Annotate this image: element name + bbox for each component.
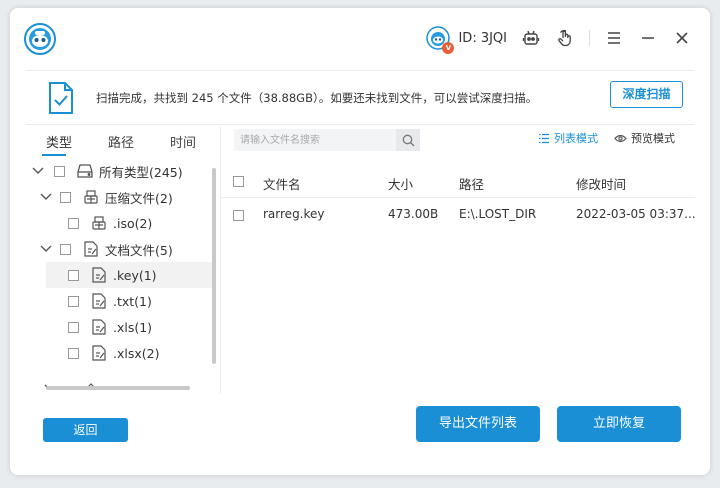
list-icon	[539, 133, 549, 143]
view-mode-switch: 列表模式 预览模式	[538, 130, 675, 146]
file-path-cell: E:\.LOST_DIR	[459, 207, 537, 221]
tree-item-archive-files[interactable]: 压缩文件(2)	[60, 184, 214, 210]
document-icon	[83, 241, 99, 257]
app-window: V ID: 3JQI 扫描完成，共找到 245 个文件（38.88GB）。如要还…	[10, 8, 710, 475]
row-checkbox[interactable]	[233, 210, 244, 221]
tree-item-label: .key(1)	[113, 267, 157, 283]
checkbox[interactable]	[68, 321, 79, 333]
tree-item-label: .iso(2)	[113, 215, 153, 231]
menu-icon[interactable]	[604, 28, 624, 48]
recover-now-button[interactable]: 立即恢复	[557, 406, 681, 442]
chevron-down-icon[interactable]	[40, 191, 52, 203]
column-header-path[interactable]: 路径	[459, 174, 484, 193]
search-button[interactable]	[396, 129, 420, 151]
tree-item-xlsx[interactable]: .xlsx(2)	[68, 340, 214, 366]
checkbox[interactable]	[68, 295, 79, 307]
scan-result-message: 扫描完成，共找到 245 个文件（38.88GB）。如要还未找到文件，可以尝试深…	[96, 91, 538, 105]
checkbox[interactable]	[54, 165, 65, 177]
document-icon	[91, 267, 107, 283]
list-mode-toggle[interactable]: 列表模式	[538, 130, 598, 146]
tree-item-all-types[interactable]: 所有类型(245)	[54, 158, 214, 184]
chevron-down-icon[interactable]	[32, 165, 44, 177]
minimize-icon[interactable]	[638, 28, 658, 48]
file-modified-cell: 2022-03-05 03:37...	[576, 207, 696, 221]
preview-mode-toggle[interactable]: 预览模式	[614, 130, 675, 146]
document-icon	[91, 345, 107, 361]
checkbox[interactable]	[68, 347, 79, 359]
user-avatar[interactable]: V	[426, 26, 455, 54]
robot-support-icon[interactable]	[521, 28, 541, 48]
tree-item-document-files[interactable]: 文档文件(5)	[60, 236, 214, 262]
back-button[interactable]: 返回	[43, 418, 128, 442]
scan-complete-document-icon	[49, 82, 73, 114]
title-divider	[26, 70, 694, 71]
tree-item-key[interactable]: .key(1)	[46, 262, 212, 288]
column-header-modified[interactable]: 修改时间	[576, 174, 626, 193]
close-icon[interactable]	[672, 28, 692, 48]
checkbox[interactable]	[68, 269, 79, 281]
tree-item-label: .xls(1)	[113, 319, 153, 335]
tree-item-label: 文档文件(5)	[105, 242, 173, 258]
banner-divider	[26, 124, 694, 125]
eye-icon	[614, 134, 627, 142]
app-logo-icon	[24, 23, 56, 55]
preview-mode-label: 预览模式	[631, 132, 675, 145]
tab-path[interactable]: 路径	[90, 132, 152, 156]
tree-item-label: .xlsx(2)	[113, 345, 160, 361]
select-all-checkbox[interactable]	[233, 176, 244, 187]
checkbox[interactable]	[60, 191, 71, 203]
search-input[interactable]	[234, 129, 394, 151]
file-type-tree: 所有类型(245) 压缩文件(2) .iso(2) 文档文件(5) .key(1…	[10, 158, 214, 390]
scan-result-banner: 扫描完成，共找到 245 个文件（38.88GB）。如要还未找到文件，可以尝试深…	[10, 72, 710, 124]
checkbox[interactable]	[68, 217, 79, 229]
list-mode-label: 列表模式	[554, 132, 598, 145]
title-bar: V ID: 3JQI	[10, 8, 710, 70]
tree-item-label: .txt(1)	[113, 293, 152, 309]
search-icon	[402, 134, 414, 146]
vip-badge: V	[442, 42, 455, 54]
hand-pointer-icon[interactable]	[555, 28, 575, 48]
tree-item-txt[interactable]: .txt(1)	[68, 288, 214, 314]
drive-icon	[77, 163, 93, 179]
tree-item-xls[interactable]: .xls(1)	[68, 314, 214, 340]
search-box	[234, 129, 420, 151]
file-size-cell: 473.00B	[388, 207, 439, 221]
archive-icon	[83, 189, 99, 205]
file-name-cell: rarreg.key	[263, 207, 325, 221]
user-id: ID: 3JQI	[458, 30, 507, 46]
tree-horizontal-scrollbar[interactable]	[46, 386, 190, 390]
document-icon	[91, 293, 107, 309]
title-bar-separator	[589, 30, 590, 46]
filter-tabs: 类型 路径 时间	[28, 132, 218, 156]
title-bar-actions: V ID: 3JQI	[426, 25, 692, 54]
table-row[interactable]: rarreg.key 473.00B E:\.LOST_DIR 2022-03-…	[221, 200, 696, 230]
document-icon	[91, 319, 107, 335]
deep-scan-button[interactable]: 深度扫描	[610, 81, 683, 108]
archive-icon	[91, 215, 107, 231]
checkbox[interactable]	[60, 243, 71, 255]
tree-item-label: 压缩文件(2)	[105, 190, 173, 206]
file-table-header: 文件名 大小 路径 修改时间	[221, 164, 695, 198]
tab-type[interactable]: 类型	[28, 132, 90, 156]
column-header-size[interactable]: 大小	[388, 174, 413, 193]
export-file-list-button[interactable]: 导出文件列表	[416, 406, 540, 442]
tree-item-iso[interactable]: .iso(2)	[68, 210, 214, 236]
chevron-down-icon[interactable]	[40, 243, 52, 255]
tree-item-label: 所有类型(245)	[99, 164, 183, 180]
tree-vertical-scrollbar[interactable]	[212, 168, 216, 364]
column-header-name[interactable]: 文件名	[263, 174, 301, 193]
tab-time[interactable]: 时间	[152, 132, 214, 156]
